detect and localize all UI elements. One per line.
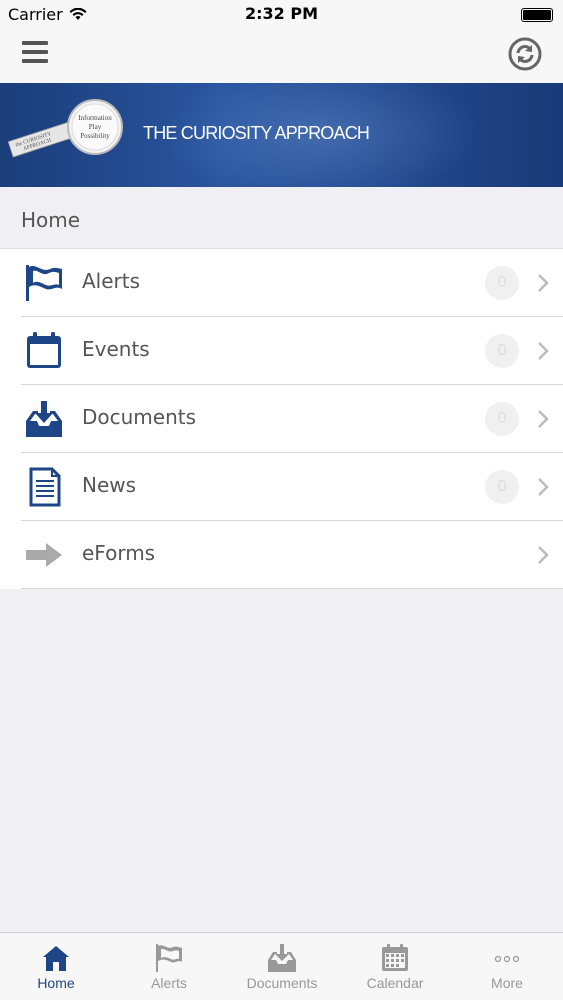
tab-home[interactable]: Home (0, 933, 112, 1000)
tab-calendar[interactable]: Calendar (339, 933, 451, 1000)
inbox-download-icon (268, 944, 296, 972)
chevron-right-icon (538, 410, 549, 428)
menu-item-label: Events (82, 337, 150, 361)
home-icon (43, 946, 69, 971)
tab-label: Documents (246, 975, 318, 991)
tab-label: Alerts (151, 975, 187, 991)
menu-item-events[interactable]: Events 0 (0, 317, 563, 385)
svg-text:Information: Information (78, 114, 112, 122)
status-time: 2:32 PM (244, 4, 318, 23)
arrow-right-icon (26, 543, 62, 567)
menu-item-news[interactable]: News 0 (0, 453, 563, 521)
chevron-right-icon (538, 478, 549, 496)
banner: the CURIOSITY APPROACH Information Play … (0, 83, 563, 187)
chevron-right-icon (538, 342, 549, 360)
hamburger-icon[interactable] (20, 38, 50, 68)
calendar-icon (27, 332, 61, 368)
tab-label: Calendar (366, 975, 424, 991)
menu-item-label: Alerts (82, 269, 141, 293)
inbox-download-icon (26, 401, 62, 437)
flag-icon (156, 944, 182, 972)
banner-title: THE CURIOSITY APPROACH (143, 123, 370, 143)
count-badge: 0 (485, 334, 519, 368)
chevron-right-icon (538, 546, 549, 564)
refresh-icon[interactable] (507, 36, 543, 72)
chevron-right-icon (538, 274, 549, 292)
svg-text:Possibility: Possibility (80, 132, 110, 140)
menu-item-label: Documents (82, 405, 197, 429)
more-dots-icon (494, 955, 520, 963)
calendar-icon (382, 944, 408, 971)
navbar (0, 30, 563, 83)
menu-item-alerts[interactable]: Alerts 0 (0, 249, 563, 317)
tab-label: More (491, 975, 523, 991)
svg-text:Play: Play (89, 123, 102, 131)
status-bar: Carrier 2:32 PM (0, 0, 563, 30)
tab-bar: Home Alerts Documents Calendar More (0, 932, 563, 1000)
menu-item-label: eForms (82, 541, 156, 565)
menu-item-label: News (82, 473, 137, 497)
tab-documents[interactable]: Documents (226, 933, 338, 1000)
menu-list: Alerts 0 Events 0 Documents 0 News 0 eFo… (0, 249, 563, 589)
tab-label: Home (37, 975, 75, 991)
curiosity-approach-logo: the CURIOSITY APPROACH Information Play … (8, 99, 123, 158)
menu-item-documents[interactable]: Documents 0 (0, 385, 563, 453)
menu-item-eforms[interactable]: eForms (0, 521, 563, 589)
count-badge: 0 (485, 402, 519, 436)
count-badge: 0 (485, 470, 519, 504)
count-badge: 0 (485, 266, 519, 300)
page-title: Home (21, 208, 81, 232)
document-icon (29, 467, 61, 507)
breadcrumb: Home (0, 187, 563, 249)
battery-icon (521, 8, 553, 22)
flag-icon (26, 265, 62, 301)
tab-more[interactable]: More (451, 933, 563, 1000)
tab-alerts[interactable]: Alerts (113, 933, 225, 1000)
